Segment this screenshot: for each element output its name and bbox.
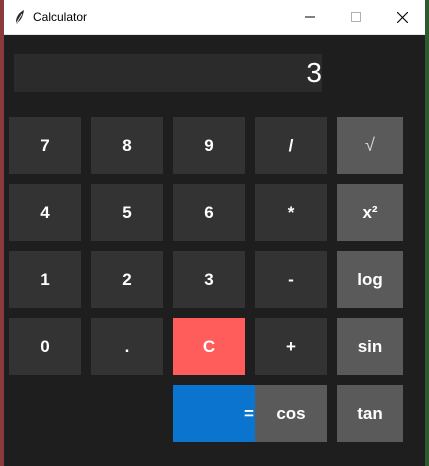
cos-button[interactable]: cos: [255, 385, 327, 442]
digit-6-button[interactable]: 6: [173, 184, 245, 241]
subtract-button[interactable]: -: [255, 251, 327, 308]
title-bar[interactable]: Calculator: [4, 0, 425, 35]
calculator-window: Calculator 3 7 8 9 / √ 4 5 6 * x² 1 2 3: [4, 0, 425, 466]
sin-button[interactable]: sin: [337, 318, 403, 375]
log-button[interactable]: log: [337, 251, 403, 308]
display-value: 3: [306, 57, 322, 88]
maximize-icon: [351, 12, 361, 22]
add-button[interactable]: +: [255, 318, 327, 375]
multiply-button[interactable]: *: [255, 184, 327, 241]
close-button[interactable]: [379, 0, 425, 34]
square-button[interactable]: x²: [337, 184, 403, 241]
decimal-button[interactable]: .: [91, 318, 163, 375]
clear-button[interactable]: C: [173, 318, 245, 375]
feather-icon: [12, 9, 28, 25]
digit-7-button[interactable]: 7: [9, 117, 81, 174]
digit-5-button[interactable]: 5: [91, 184, 163, 241]
close-icon: [396, 11, 408, 23]
window-title: Calculator: [33, 10, 88, 24]
digit-9-button[interactable]: 9: [173, 117, 245, 174]
result-display: 3: [14, 54, 322, 92]
digit-4-button[interactable]: 4: [9, 184, 81, 241]
digit-3-button[interactable]: 3: [173, 251, 245, 308]
minimize-icon: [305, 16, 315, 18]
maximize-button[interactable]: [333, 0, 379, 34]
digit-8-button[interactable]: 8: [91, 117, 163, 174]
desktop-background-right: [425, 0, 429, 466]
tan-button[interactable]: tan: [337, 385, 403, 442]
sqrt-button[interactable]: √: [337, 117, 403, 174]
digit-0-button[interactable]: 0: [9, 318, 81, 375]
minimize-button[interactable]: [287, 0, 333, 34]
digit-2-button[interactable]: 2: [91, 251, 163, 308]
equals-label: =: [244, 403, 254, 423]
equals-button[interactable]: =: [173, 385, 255, 442]
divide-button[interactable]: /: [255, 117, 327, 174]
digit-1-button[interactable]: 1: [9, 251, 81, 308]
